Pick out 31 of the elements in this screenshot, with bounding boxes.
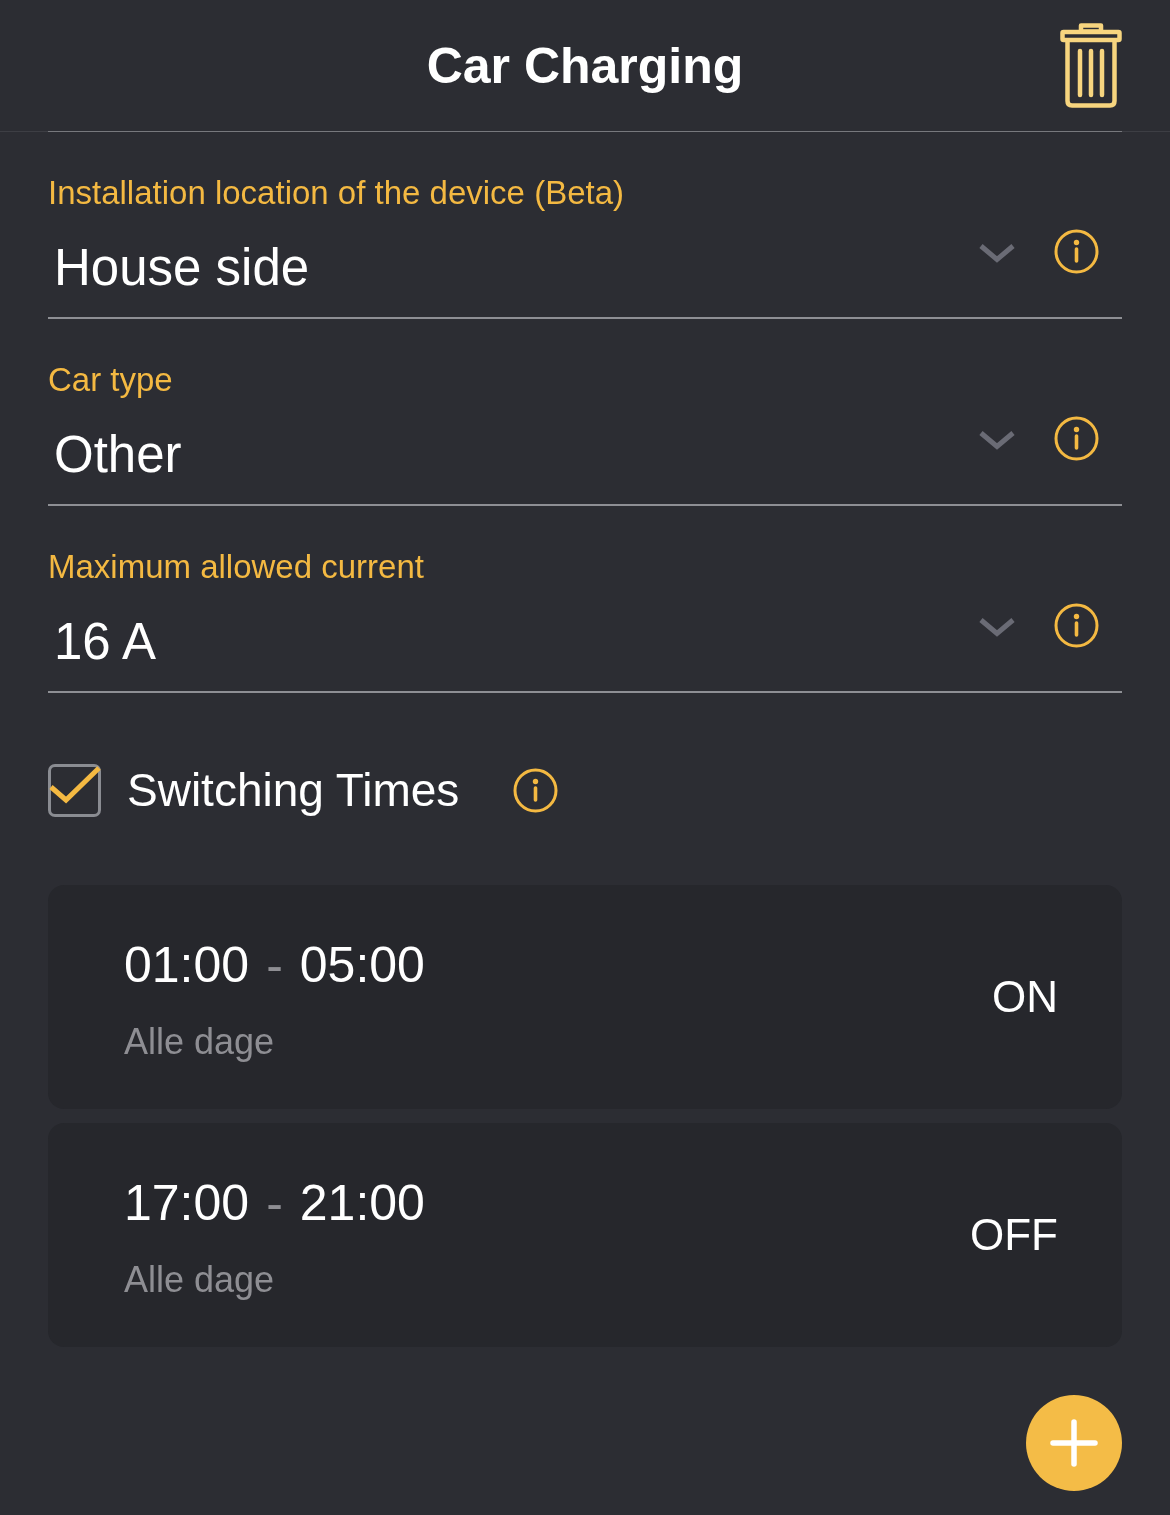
info-icon[interactable] — [1054, 229, 1099, 274]
end-time: 21:00 — [299, 1174, 425, 1233]
chevron-down-icon — [978, 617, 1016, 637]
dropdown-field[interactable]: 16 A — [48, 585, 1122, 693]
state-text: ON — [992, 971, 1058, 1023]
time-separator: - — [266, 936, 283, 995]
state-text: OFF — [970, 1209, 1058, 1261]
dropdown-field[interactable]: House side — [48, 211, 1122, 319]
info-icon[interactable] — [1054, 416, 1099, 461]
end-time: 05:00 — [299, 936, 425, 995]
checkbox-label: Switching Times — [127, 763, 460, 818]
time-separator: - — [266, 1174, 283, 1233]
field-label: Maximum allowed current — [48, 549, 424, 585]
start-time: 17:00 — [124, 1174, 250, 1233]
days-text: Alle dage — [124, 1020, 275, 1064]
field-label: Car type — [48, 362, 173, 398]
dropdown-field[interactable]: Other — [48, 398, 1122, 506]
field-label: Installation location of the device (Beta) — [48, 175, 624, 211]
days-text: Alle dage — [124, 1258, 275, 1302]
plus-icon — [1050, 1419, 1098, 1467]
schedule-card[interactable]: 17:00 - 21:00 Alle dage OFF — [48, 1123, 1122, 1347]
chevron-down-icon — [978, 243, 1016, 263]
schedule-card[interactable]: 01:00 - 05:00 Alle dage ON — [48, 885, 1122, 1109]
start-time: 01:00 — [124, 936, 250, 995]
info-icon[interactable] — [513, 767, 559, 813]
chevron-down-icon — [978, 430, 1016, 450]
page-title: Car Charging — [426, 36, 744, 96]
check-icon — [48, 763, 101, 804]
trash-icon[interactable] — [1060, 23, 1122, 108]
checkbox[interactable] — [48, 763, 101, 817]
info-icon[interactable] — [1054, 603, 1099, 648]
